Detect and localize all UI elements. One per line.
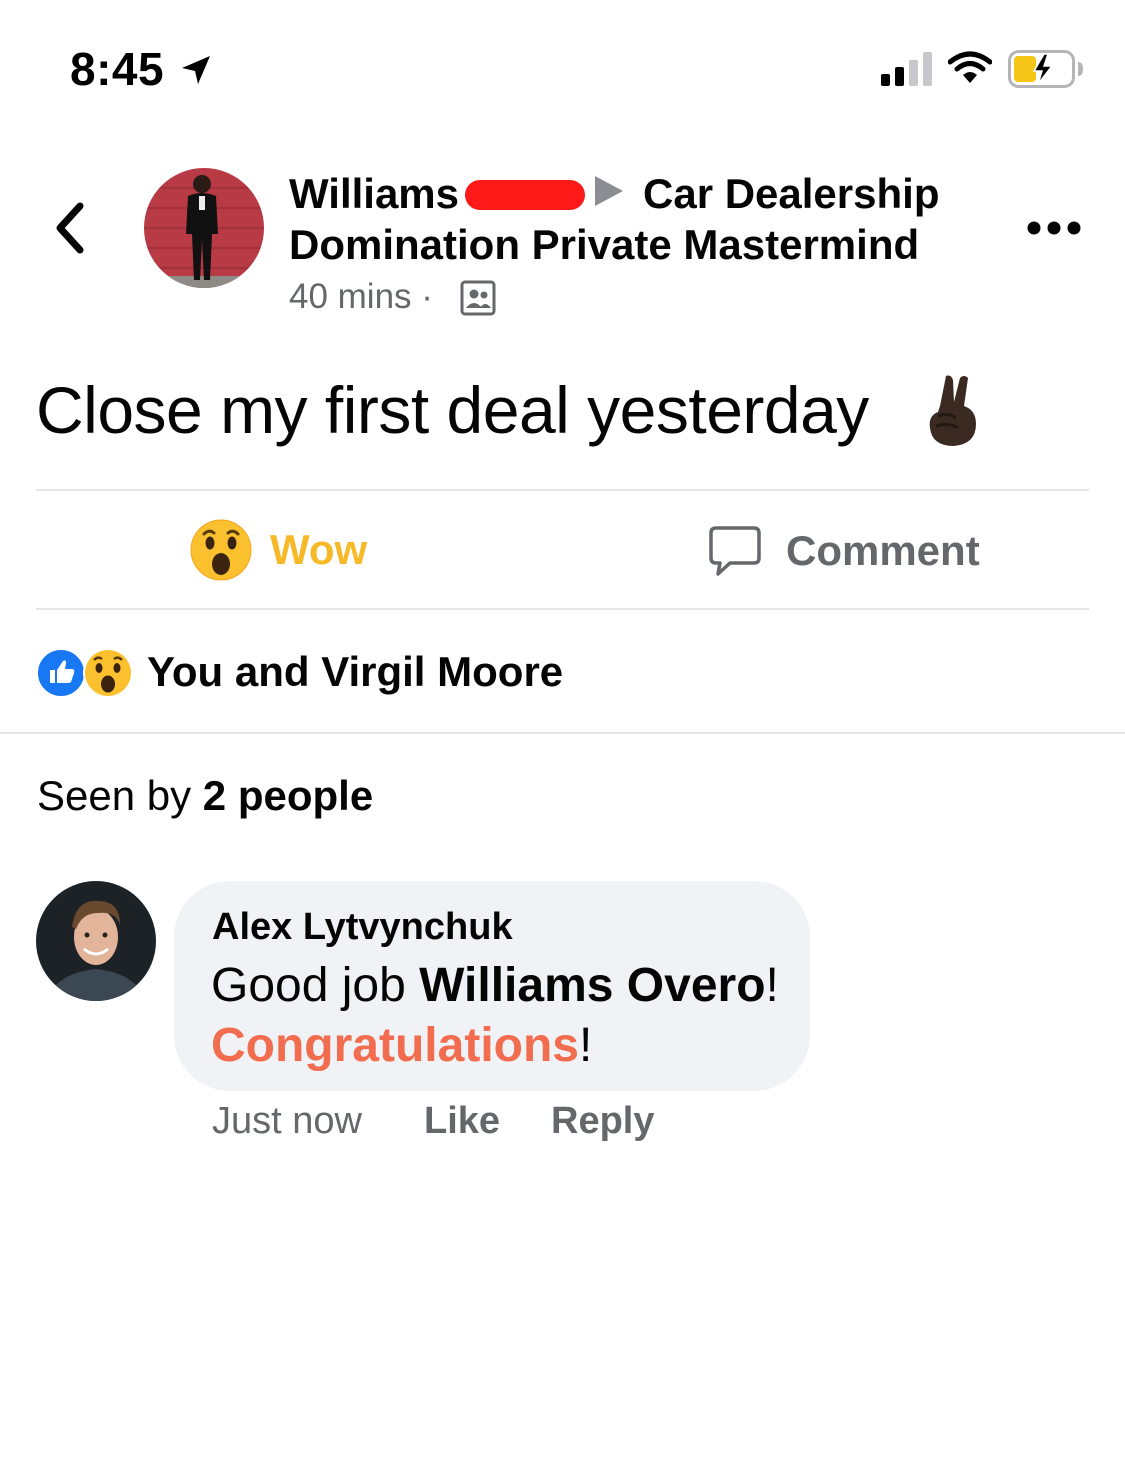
more-options-icon[interactable] <box>1026 218 1082 238</box>
comment-mention[interactable]: Williams Overo <box>419 959 765 1012</box>
like-reaction-icon <box>36 648 86 698</box>
comment-text-line1: Good job Williams Overo! <box>211 958 779 1013</box>
divider <box>36 608 1089 610</box>
comment-bubble-icon <box>709 526 761 576</box>
comment-reply-button[interactable]: Reply <box>551 1100 654 1143</box>
wow-label: Wow <box>270 526 368 573</box>
author-avatar[interactable] <box>144 168 264 288</box>
reactions-summary[interactable]: You and Virgil Moore <box>147 648 563 696</box>
battery-charging-icon <box>1008 50 1083 88</box>
comment-text-line2: Congratulations! <box>211 1018 592 1073</box>
seen-by[interactable]: Seen by 2 people <box>37 772 373 820</box>
wow-reaction-button[interactable]: Wow <box>190 517 367 583</box>
post-text: Close my first deal yesterday <box>36 373 869 447</box>
divider <box>0 732 1125 734</box>
post-time[interactable]: 40 mins <box>289 277 412 316</box>
wow-face-icon <box>190 519 252 581</box>
post-author-and-group[interactable]: Williams Car Dealership Domination Privat… <box>289 168 989 270</box>
seen-count: 2 people <box>202 772 374 819</box>
location-arrow-icon <box>182 56 210 84</box>
back-chevron-icon[interactable] <box>46 198 94 258</box>
post-meta: 40 mins · <box>289 277 433 317</box>
wifi-icon <box>948 51 992 83</box>
comment-highlight: Congratulations <box>211 1019 579 1072</box>
crossed-fingers-emoji <box>929 375 976 446</box>
commenter-avatar[interactable] <box>36 881 156 1001</box>
meta-separator: · <box>421 277 433 316</box>
comment-text-end: ! <box>579 1019 593 1072</box>
status-time: 8:45 <box>70 43 165 95</box>
comment-like-button[interactable]: Like <box>424 1100 500 1143</box>
wow-reaction-icon <box>83 648 133 698</box>
author-name[interactable]: Williams <box>289 170 459 217</box>
group-privacy-icon <box>460 280 496 316</box>
comment-text-before: Good job <box>211 959 420 1012</box>
triangle-arrow-icon <box>595 176 624 206</box>
comment-author[interactable]: Alex Lytvynchuk <box>212 906 513 949</box>
divider <box>36 489 1089 491</box>
comment-time[interactable]: Just now <box>212 1100 362 1143</box>
reaction-icons[interactable] <box>36 648 136 698</box>
comment-label: Comment <box>786 527 980 574</box>
comment-text-after: ! <box>765 959 779 1012</box>
comment-button[interactable]: Comment <box>708 520 980 582</box>
redaction-mark <box>465 180 586 210</box>
cellular-signal-icon <box>881 52 932 86</box>
seen-prefix: Seen by <box>37 772 192 819</box>
